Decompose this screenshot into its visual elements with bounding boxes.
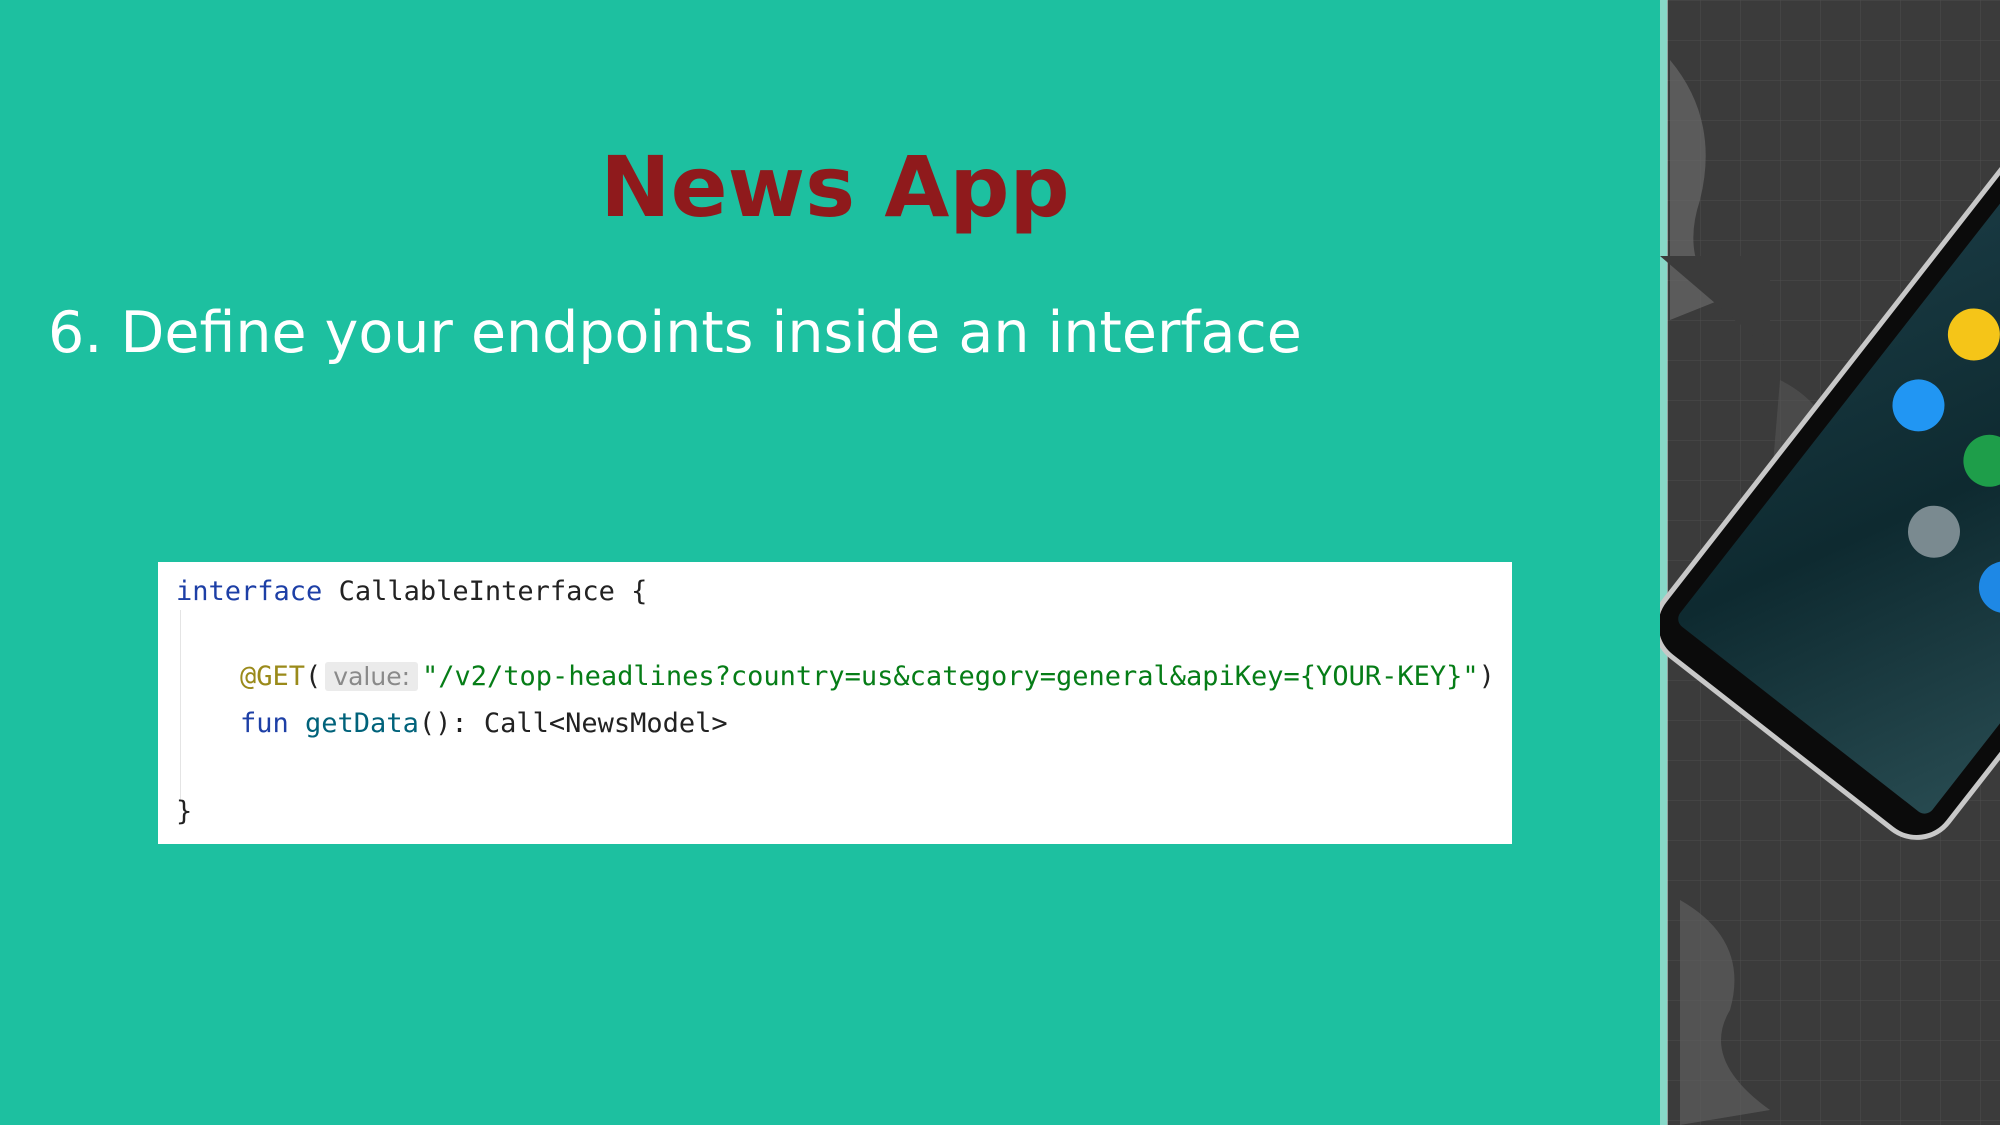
indent-guide <box>180 610 181 800</box>
closing-brace: } <box>176 796 193 827</box>
function-signature: (): Call<NewsModel> <box>418 708 728 739</box>
parameter-hint: value: <box>325 662 419 691</box>
paren-close: ) <box>1478 661 1495 692</box>
phone-map-illustration: f <box>1660 0 2000 1125</box>
code-snippet: interface CallableInterface { @GET(value… <box>158 562 1512 844</box>
code-line-1: interface CallableInterface { <box>176 578 647 605</box>
slide-subtitle: 6. Define your endpoints inside an inter… <box>48 300 1302 366</box>
code-line-3: @GET(value: "/v2/top-headlines?country=us… <box>240 662 1495 691</box>
keyword-interface: interface <box>176 576 323 607</box>
slide-title: News App <box>600 138 1070 236</box>
endpoint-string: "/v2/top-headlines?country=us&category=g… <box>422 661 1479 692</box>
slide: News App 6. Define your endpoints inside… <box>0 0 2000 1125</box>
get-annotation: @GET <box>240 661 306 692</box>
paren-open: ( <box>305 661 322 692</box>
code-line-4: fun getData(): Call<NewsModel> <box>240 710 728 737</box>
keyword-fun: fun <box>240 708 289 739</box>
code-line-6: } <box>176 798 192 825</box>
interface-name: CallableInterface { <box>322 576 648 607</box>
function-name: getData <box>288 708 419 739</box>
phone-on-map-image: f <box>1660 0 2000 1125</box>
